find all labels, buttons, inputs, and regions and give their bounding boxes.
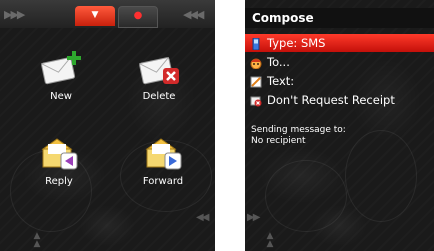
- menu-item-text[interactable]: Text:: [245, 72, 434, 90]
- menu-item-label: Text:: [267, 74, 295, 88]
- scroll-right-arrows[interactable]: ◀◀◀: [183, 8, 204, 21]
- menu-item-receipt[interactable]: Don't Request Receipt: [245, 91, 434, 109]
- new-message-button[interactable]: New: [26, 50, 96, 102]
- compose-screen: Compose Type: SMS To... Text: Don't Requ…: [245, 0, 434, 251]
- page-title: Compose: [245, 8, 434, 28]
- contact-face-icon: [250, 56, 262, 70]
- scroll-left-arrows[interactable]: ▶▶▶: [4, 8, 25, 21]
- forward-message-icon: [141, 135, 185, 173]
- reply-label: Reply: [45, 176, 73, 187]
- phone-icon: [250, 37, 262, 51]
- scroll-right-arrows-bottom[interactable]: ▶▶: [247, 212, 260, 223]
- status-line-sending: Sending message to:: [251, 125, 346, 135]
- tab-record[interactable]: ●: [118, 6, 158, 28]
- dropdown-icon: ▼: [91, 10, 99, 20]
- status-line-recipient: No recipient: [251, 136, 306, 146]
- new-label: New: [50, 91, 72, 102]
- record-dot-icon: ●: [133, 10, 143, 21]
- menu-item-label: Type: SMS: [267, 36, 326, 50]
- menu-item-label: Don't Request Receipt: [267, 93, 395, 107]
- tab-bar: ▶▶▶ ▼ ● ◀◀◀: [0, 0, 215, 28]
- text-note-icon: [250, 75, 262, 88]
- background-swirl: [265, 160, 347, 232]
- new-message-icon: [39, 50, 83, 88]
- message-options-screen: ▶▶▶ ▼ ● ◀◀◀ New Delete Reply Forward ◀◀ …: [0, 0, 215, 251]
- scroll-left-arrows-bottom[interactable]: ◀◀: [196, 212, 209, 223]
- background-swirl: [345, 130, 417, 222]
- scroll-up-down-icon[interactable]: ▲ ▲: [263, 232, 277, 249]
- forward-message-button[interactable]: Forward: [128, 135, 198, 187]
- reply-message-icon: [37, 135, 81, 173]
- scroll-up-down-icon[interactable]: ▲ ▲: [30, 232, 44, 249]
- delete-message-icon: [137, 50, 181, 88]
- no-receipt-icon: [250, 94, 262, 107]
- menu-item-type[interactable]: Type: SMS: [245, 34, 434, 52]
- menu-item-label: To...: [267, 55, 290, 69]
- forward-label: Forward: [142, 176, 184, 187]
- delete-message-button[interactable]: Delete: [124, 50, 194, 102]
- compose-menu: Type: SMS To... Text: Don't Request Rece…: [245, 34, 434, 110]
- reply-message-button[interactable]: Reply: [24, 135, 94, 187]
- delete-label: Delete: [142, 91, 176, 102]
- menu-item-to[interactable]: To...: [245, 53, 434, 71]
- tab-messages-active[interactable]: ▼: [75, 6, 115, 26]
- recipient-status: Sending message to: No recipient: [251, 125, 346, 147]
